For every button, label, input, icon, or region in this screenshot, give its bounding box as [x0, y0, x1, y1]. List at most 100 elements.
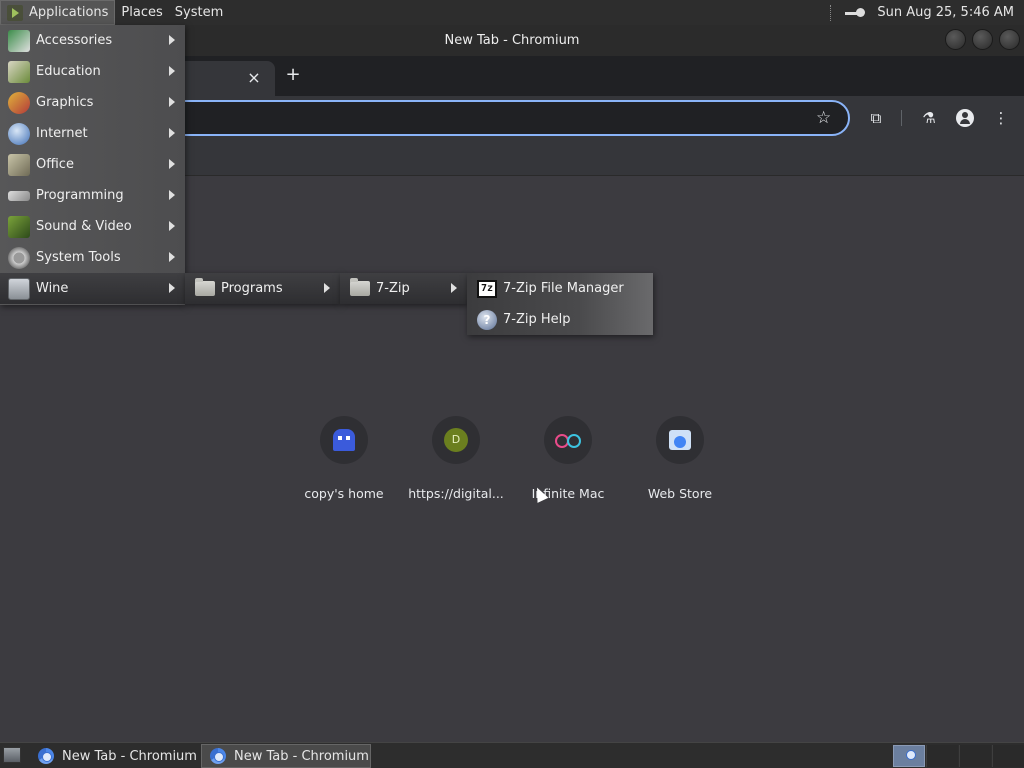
menu-item-label: Office [36, 157, 74, 172]
shortcut-label: copy's home [304, 486, 384, 501]
menu-item-label: Sound & Video [36, 219, 132, 234]
submenu-arrow-icon [169, 35, 175, 45]
menu-item-7zip-help[interactable]: ? 7-Zip Help [467, 304, 653, 335]
shortcut-icon [320, 416, 368, 464]
web-store-icon [669, 430, 691, 450]
glasses-icon [555, 433, 581, 448]
extensions-icon[interactable]: ⧉ [866, 108, 886, 128]
programs-submenu: 7-Zip [340, 273, 467, 304]
wine-icon [8, 277, 30, 300]
menu-item-programs[interactable]: Programs [185, 273, 340, 304]
office-icon [8, 153, 30, 176]
submenu-arrow-icon [169, 190, 175, 200]
sound-video-icon [8, 215, 30, 238]
shortcut-copys-home[interactable]: copy's home [288, 416, 400, 501]
panel-tray: Sun Aug 25, 5:46 AM [830, 0, 1014, 25]
submenu-arrow-icon [169, 221, 175, 231]
7zip-icon: 7z [477, 279, 497, 298]
new-tab-button[interactable]: + [283, 65, 303, 85]
internet-globe-icon [8, 122, 30, 145]
menu-item-label: Education [36, 64, 101, 79]
accessories-icon [8, 29, 30, 52]
menu-item-system-tools[interactable]: System Tools [0, 242, 185, 273]
menu-item-wine[interactable]: Wine [0, 273, 185, 304]
menu-item-programming[interactable]: Programming [0, 180, 185, 211]
menu-item-7zip-folder[interactable]: 7-Zip [340, 273, 467, 304]
labs-flask-icon[interactable]: ⚗ [919, 108, 939, 128]
taskbar-item-chromium-1[interactable]: New Tab - Chromium [30, 744, 198, 768]
taskbar-item-label: New Tab - Chromium [62, 748, 197, 764]
places-menu[interactable]: Places [115, 0, 168, 25]
close-window-button[interactable] [999, 29, 1020, 50]
shortcut-label: Infinite Mac [531, 486, 605, 501]
clock[interactable]: Sun Aug 25, 5:46 AM [877, 5, 1014, 20]
shortcut-digital[interactable]: D https://digital... [400, 416, 512, 501]
chromium-icon [38, 748, 54, 764]
applications-dropdown: Accessories Education Graphics Internet … [0, 25, 185, 305]
chromium-icon [210, 748, 226, 764]
submenu-arrow-icon [169, 128, 175, 138]
panel-handle [830, 4, 833, 21]
shortcut-infinite-mac[interactable]: Infinite Mac [512, 416, 624, 501]
taskbar-item-chromium-2[interactable]: New Tab - Chromium [201, 744, 371, 768]
workspace-3[interactable] [959, 745, 991, 767]
menu-item-label: 7-Zip [376, 281, 410, 296]
menu-item-internet[interactable]: Internet [0, 118, 185, 149]
toolbar-separator [901, 110, 902, 126]
menu-item-label: System Tools [36, 250, 121, 265]
menu-item-sound-video[interactable]: Sound & Video [0, 211, 185, 242]
taskbar-item-label: New Tab - Chromium [234, 748, 369, 764]
window-title: New Tab - Chromium [444, 33, 580, 48]
help-icon: ? [477, 309, 497, 330]
menu-item-label: 7-Zip File Manager [503, 281, 624, 296]
key-icon[interactable] [845, 7, 866, 19]
menu-item-label: 7-Zip Help [503, 312, 571, 327]
submenu-arrow-icon [169, 66, 175, 76]
menu-item-label: Wine [36, 281, 69, 296]
system-menu[interactable]: System [169, 0, 229, 25]
submenu-arrow-icon [169, 252, 175, 262]
menu-item-label: Internet [36, 126, 88, 141]
menu-item-label: Programming [36, 188, 124, 203]
menu-item-label: Accessories [36, 33, 113, 48]
shortcut-icon [544, 416, 592, 464]
applications-menu-label: Applications [29, 5, 109, 20]
education-icon [8, 60, 30, 83]
shortcut-icon: D [432, 416, 480, 464]
wine-submenu: Programs [185, 273, 340, 304]
menu-item-accessories[interactable]: Accessories [0, 25, 185, 56]
submenu-arrow-icon [451, 283, 457, 293]
menu-item-office[interactable]: Office [0, 149, 185, 180]
profile-icon[interactable] [956, 109, 974, 127]
ghost-icon [333, 429, 355, 451]
folder-icon [195, 278, 215, 296]
programming-icon [8, 190, 30, 201]
7zip-submenu: 7z 7-Zip File Manager ? 7-Zip Help [467, 273, 653, 335]
bookmark-star-icon[interactable]: ☆ [816, 109, 834, 127]
maximize-button[interactable] [972, 29, 993, 50]
show-desktop-icon[interactable] [3, 747, 21, 763]
submenu-arrow-icon [324, 283, 330, 293]
menu-item-7zip-file-manager[interactable]: 7z 7-Zip File Manager [467, 273, 653, 304]
workspace-1[interactable] [893, 745, 925, 767]
applications-menu[interactable]: Applications [0, 0, 116, 25]
submenu-arrow-icon [169, 97, 175, 107]
graphics-icon [8, 91, 30, 114]
folder-icon [350, 278, 370, 296]
submenu-arrow-icon [169, 283, 175, 293]
app-launcher-icon [7, 4, 23, 21]
address-bar[interactable]: ☆ [150, 100, 850, 136]
shortcut-icon [656, 416, 704, 464]
shortcut-web-store[interactable]: Web Store [624, 416, 736, 501]
bottom-taskbar: New Tab - Chromium New Tab - Chromium [0, 742, 1024, 768]
chrome-menu-icon[interactable]: ⋮ [991, 108, 1011, 128]
menu-item-graphics[interactable]: Graphics [0, 87, 185, 118]
workspace-2[interactable] [926, 745, 958, 767]
workspace-4[interactable] [992, 745, 1024, 767]
system-tools-gear-icon [8, 246, 30, 269]
shortcut-label: https://digital... [408, 486, 504, 501]
minimize-button[interactable] [945, 29, 966, 50]
menu-item-education[interactable]: Education [0, 56, 185, 87]
top-panel: Applications Places System Sun Aug 25, 5… [0, 0, 1024, 25]
tab-close-icon[interactable]: × [245, 69, 263, 87]
